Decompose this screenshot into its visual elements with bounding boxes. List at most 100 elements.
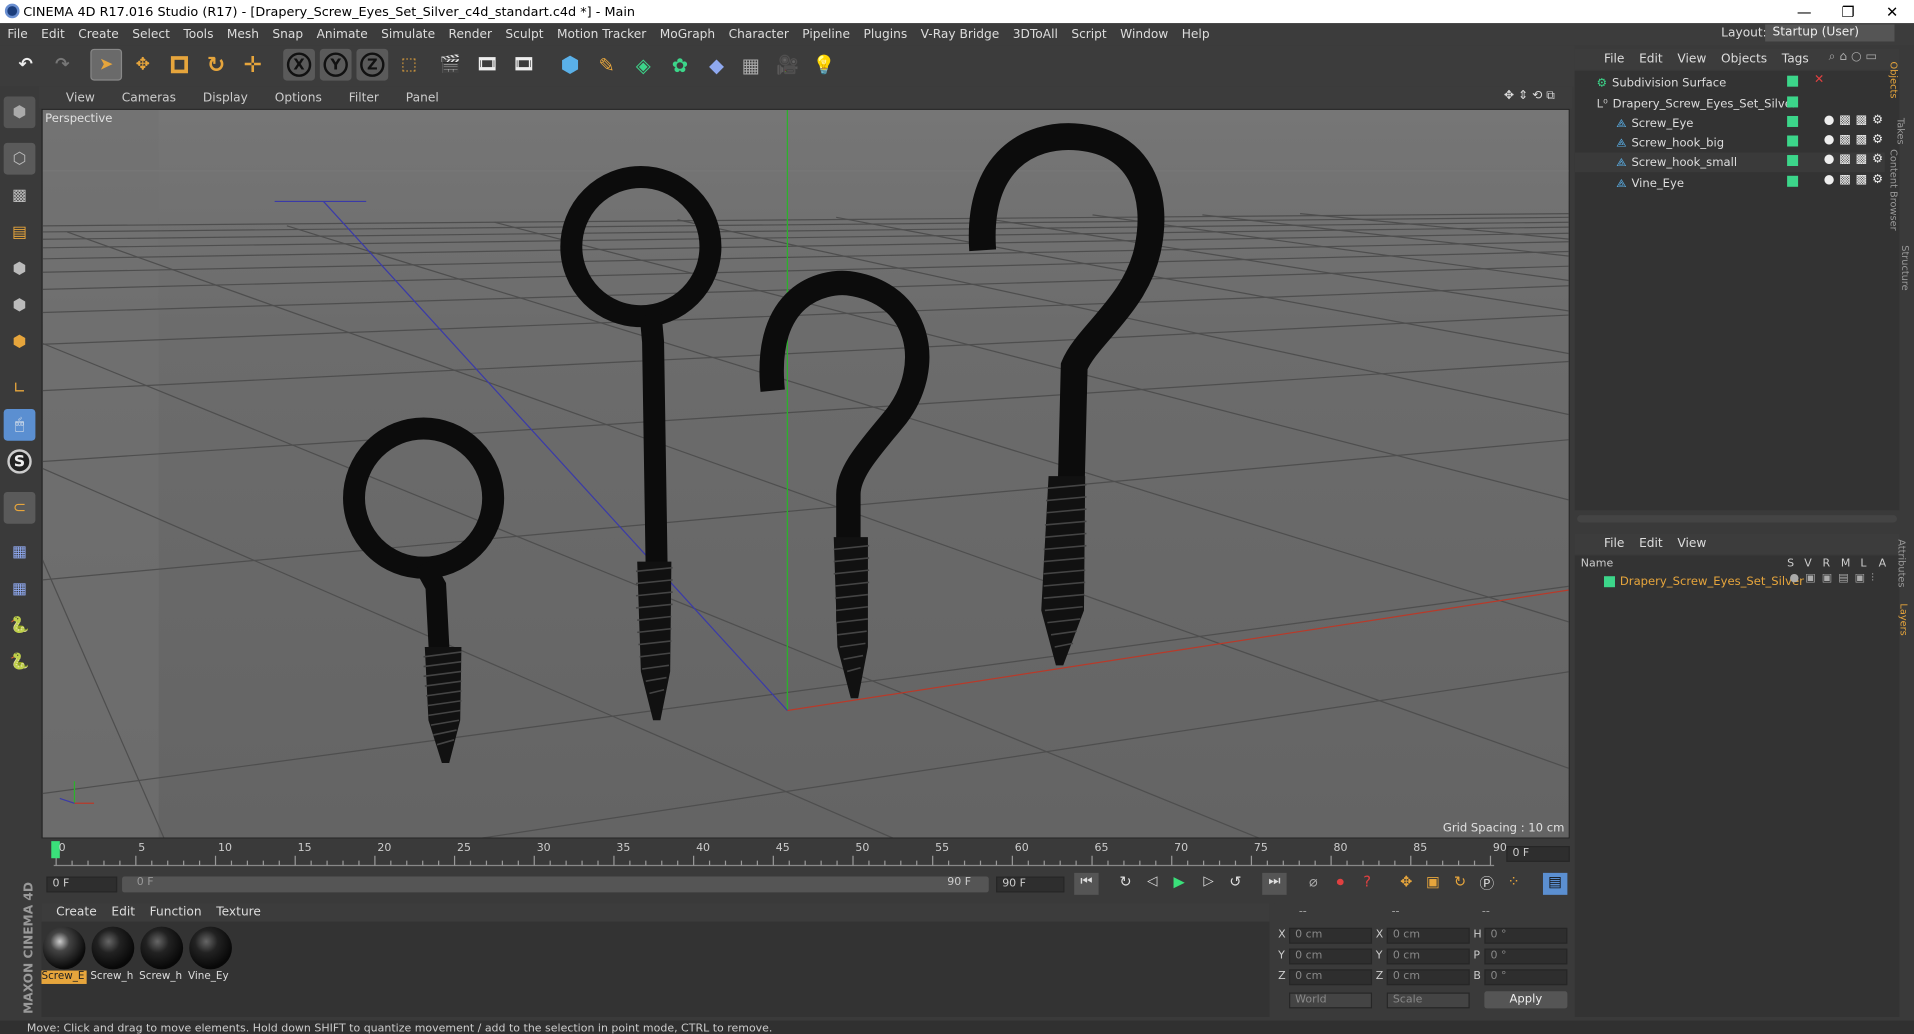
object-horizontal-scrollbar[interactable]: [1577, 515, 1897, 523]
previous-key-icon[interactable]: ↻: [1113, 873, 1137, 895]
material-tags-icon[interactable]: ●▩▩⚙: [1824, 133, 1888, 146]
locked-workplane-icon[interactable]: ▦: [4, 573, 36, 605]
menu-mograph[interactable]: MoGraph: [660, 27, 715, 40]
tweak-mode-icon[interactable]: 🖱: [3, 408, 36, 441]
light-bulb-icon[interactable]: 💡: [808, 49, 840, 81]
viewport-menu-panel[interactable]: Panel: [406, 91, 439, 104]
spline-pen-icon[interactable]: ✎: [591, 49, 623, 81]
live-selection-icon[interactable]: ✛: [237, 49, 269, 81]
key-scale-icon[interactable]: ▣: [1421, 873, 1445, 895]
objects-menu-view[interactable]: View: [1677, 52, 1706, 65]
start-frame-field[interactable]: 0 F: [46, 876, 118, 893]
menu-file[interactable]: File: [7, 27, 27, 40]
layers-menu-view[interactable]: View: [1677, 537, 1706, 550]
pos-y-field[interactable]: 0 cm: [1289, 948, 1373, 965]
rot-p-field[interactable]: 0 °: [1484, 948, 1568, 965]
menu-edit[interactable]: Edit: [41, 27, 65, 40]
menu-snap[interactable]: Snap: [272, 27, 303, 40]
key-position-icon[interactable]: ✥: [1394, 873, 1418, 895]
visibility-x-icon[interactable]: ✕: [1814, 73, 1824, 86]
cube-object-icon[interactable]: ⬢: [554, 49, 586, 81]
camera-icon[interactable]: 🎥: [771, 49, 803, 81]
workplane-lock-icon[interactable]: ▦: [4, 536, 36, 568]
menu-simulate[interactable]: Simulate: [381, 27, 435, 40]
polygons-mode-icon[interactable]: ⬢: [4, 326, 36, 358]
minimize-button[interactable]: —: [1782, 0, 1826, 23]
material-menu-function[interactable]: Function: [150, 906, 202, 919]
menu-help[interactable]: Help: [1182, 27, 1210, 40]
layer-toggle-icons[interactable]: ●▣▣▤▣⫶: [1790, 573, 1880, 585]
current-frame-field[interactable]: 0 F: [1506, 846, 1570, 862]
end-frame-field[interactable]: 90 F: [996, 876, 1065, 893]
render-settings-icon[interactable]: 🎞: [508, 49, 540, 81]
side-tab-content-browser[interactable]: Content Browser: [1888, 149, 1899, 231]
viewport-menu-display[interactable]: Display: [203, 91, 248, 104]
viewport-menu-filter[interactable]: Filter: [349, 91, 379, 104]
layer-color-swatch[interactable]: [1787, 155, 1799, 167]
timeline-window-icon[interactable]: ▤: [1542, 872, 1568, 895]
workplane-mode-icon[interactable]: ▤: [4, 216, 36, 248]
object-row[interactable]: L⁰ Drapery_Screw_Eyes_Set_Silver: [1575, 94, 1885, 114]
menu-animate[interactable]: Animate: [317, 27, 368, 40]
side-tab-structure[interactable]: Structure: [1900, 245, 1911, 290]
key-rotation-icon[interactable]: ↻: [1448, 873, 1472, 895]
scale-mode-dropdown[interactable]: Scale: [1386, 992, 1470, 1009]
side-tab-attributes[interactable]: Attributes: [1896, 539, 1907, 587]
close-button[interactable]: ✕: [1870, 0, 1914, 23]
side-tab-takes[interactable]: Takes: [1895, 118, 1906, 145]
layer-row[interactable]: Drapery_Screw_Eyes_Set_Silver ●▣▣▤▣⫶: [1575, 573, 1900, 590]
redo-icon[interactable]: ↷: [46, 49, 78, 81]
menu-motion-tracker[interactable]: Motion Tracker: [557, 27, 646, 40]
coordinate-space-dropdown[interactable]: World: [1289, 992, 1373, 1009]
objects-menu-objects[interactable]: Objects: [1721, 52, 1767, 65]
axis-mode-icon[interactable]: ∟: [4, 372, 36, 404]
layer-color-swatch[interactable]: [1787, 96, 1799, 108]
make-editable-icon[interactable]: ⬢: [3, 96, 36, 129]
maximize-button[interactable]: ❐: [1826, 0, 1870, 23]
mograph-cloner-icon[interactable]: ✿: [664, 49, 696, 81]
next-frame-icon[interactable]: ▷: [1196, 873, 1220, 895]
play-icon[interactable]: ▶: [1167, 873, 1191, 895]
menu-select[interactable]: Select: [132, 27, 170, 40]
objects-menu-tags[interactable]: Tags: [1782, 52, 1809, 65]
go-to-start-icon[interactable]: ⏮: [1074, 872, 1099, 895]
layer-color-swatch[interactable]: [1787, 135, 1799, 147]
object-row[interactable]: ⚙ Subdivision Surface: [1575, 73, 1885, 93]
menu-create[interactable]: Create: [78, 27, 119, 40]
menu-vray-bridge[interactable]: V-Ray Bridge: [921, 27, 1000, 40]
viewport-menu-options[interactable]: Options: [275, 91, 322, 104]
material-tags-icon[interactable]: ●▩▩⚙: [1824, 153, 1888, 166]
material-menu-texture[interactable]: Texture: [216, 906, 261, 919]
viewport-menu-cameras[interactable]: Cameras: [122, 91, 176, 104]
floor-grid-icon[interactable]: ▦: [735, 49, 767, 81]
x-axis-button[interactable]: X: [283, 48, 315, 81]
edges-mode-icon[interactable]: ⬢: [4, 289, 36, 321]
size-x-field[interactable]: 0 cm: [1386, 927, 1470, 944]
objects-search-icon[interactable]: ⌕ ⌂ ○ ▭: [1829, 50, 1877, 63]
pos-x-field[interactable]: 0 cm: [1289, 927, 1373, 944]
python-icon[interactable]: 🐍: [4, 609, 36, 641]
magnet-icon[interactable]: ⊂: [3, 491, 36, 524]
menu-mesh[interactable]: Mesh: [227, 27, 259, 40]
size-y-field[interactable]: 0 cm: [1386, 948, 1470, 965]
move-icon[interactable]: ✥: [127, 49, 159, 81]
material-swatch[interactable]: Screw_h: [139, 925, 184, 984]
rotate-icon[interactable]: ↻: [200, 49, 232, 81]
layers-menu-file[interactable]: File: [1604, 537, 1624, 550]
layer-color-swatch[interactable]: [1787, 175, 1799, 187]
go-to-end-icon[interactable]: ⏭: [1262, 872, 1287, 895]
previous-frame-icon[interactable]: ◁: [1140, 873, 1164, 895]
auto-key-icon[interactable]: ⏺: [1328, 873, 1352, 895]
material-menu-create[interactable]: Create: [56, 906, 97, 919]
render-view-icon[interactable]: 🎬: [435, 49, 467, 81]
viewport-menu-view[interactable]: View: [66, 91, 95, 104]
render-picture-viewer-icon[interactable]: 🎞: [471, 49, 503, 81]
snapping-icon[interactable]: S: [4, 446, 36, 478]
deformer-icon[interactable]: ◆: [701, 49, 733, 81]
objects-menu-file[interactable]: File: [1604, 52, 1624, 65]
scale-icon[interactable]: [164, 49, 196, 81]
menu-tools[interactable]: Tools: [183, 27, 213, 40]
apply-button[interactable]: Apply: [1484, 991, 1568, 1009]
menu-sculpt[interactable]: Sculpt: [505, 27, 543, 40]
menu-3dtoall[interactable]: 3DToAll: [1013, 27, 1058, 40]
